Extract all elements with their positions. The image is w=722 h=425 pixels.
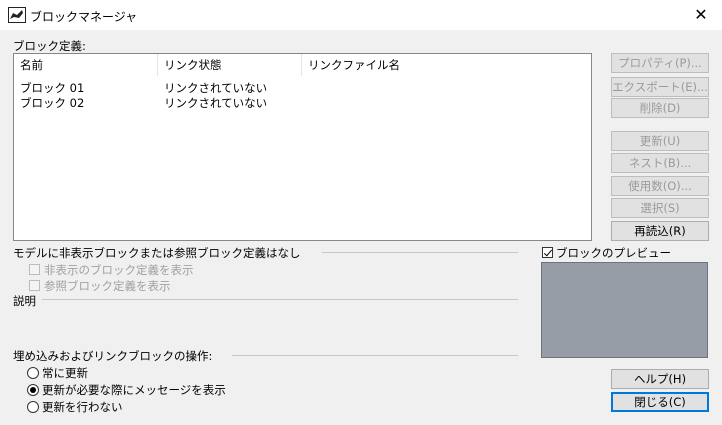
show-hidden-label: 非表示のブロック定義を表示 [44,263,194,277]
row-name: ブロック 02 [20,96,85,110]
delete-button[interactable]: 削除(D) [611,98,709,118]
radio-never-update-label: 更新を行わない [42,400,123,414]
column-header-name[interactable]: 名前 [14,54,157,76]
column-header-link-file[interactable]: リンクファイル名 [302,54,591,76]
column-header-link-status[interactable]: リンク状態 [158,54,301,76]
reload-button[interactable]: 再読込(R) [611,221,709,241]
show-hidden-checkbox[interactable] [29,264,40,275]
properties-button[interactable]: プロパティ(P)... [611,53,709,73]
row-status: リンクされていない [164,81,268,95]
radio-never-update[interactable] [27,401,39,413]
select-button[interactable]: 選択(S) [611,198,709,218]
divider [322,252,518,253]
close-icon[interactable]: ✕ [688,4,714,26]
preview-checkbox[interactable] [542,247,553,258]
block-preview-area [541,262,708,358]
export-button[interactable]: エクスポート(E)... [611,77,709,97]
count-button[interactable]: 使用数(O)... [611,176,709,196]
divider [42,299,518,300]
rhino-app-icon [8,7,26,23]
nest-button[interactable]: ネスト(B)... [611,153,709,173]
update-button[interactable]: 更新(U) [611,131,709,151]
radio-always-update[interactable] [27,367,39,379]
divider [232,355,518,356]
radio-prompt-update[interactable] [27,384,39,396]
close-button[interactable]: 閉じる(C) [611,392,709,412]
row-status: リンクされていない [164,96,268,110]
block-definitions-list[interactable]: 名前 リンク状態 リンクファイル名 ブロック 01 リンクされていない ブロック… [13,53,592,241]
show-reference-label: 参照ブロック定義を表示 [44,279,171,293]
operations-label: 埋め込みおよびリンクブロックの操作: [13,349,213,363]
status-message: モデルに非表示ブロックまたは参照ブロック定義はなし [13,246,301,260]
help-button[interactable]: ヘルプ(H) [611,369,709,389]
show-reference-checkbox[interactable] [29,280,40,291]
row-name: ブロック 01 [20,81,85,95]
radio-always-update-label: 常に更新 [42,366,88,380]
window-title: ブロックマネージャ [30,10,138,24]
description-label: 説明 [13,294,36,308]
radio-prompt-update-label: 更新が必要な際にメッセージを表示 [42,383,226,397]
definitions-label: ブロック定義: [13,39,86,53]
preview-label: ブロックのプレビュー [556,246,671,260]
